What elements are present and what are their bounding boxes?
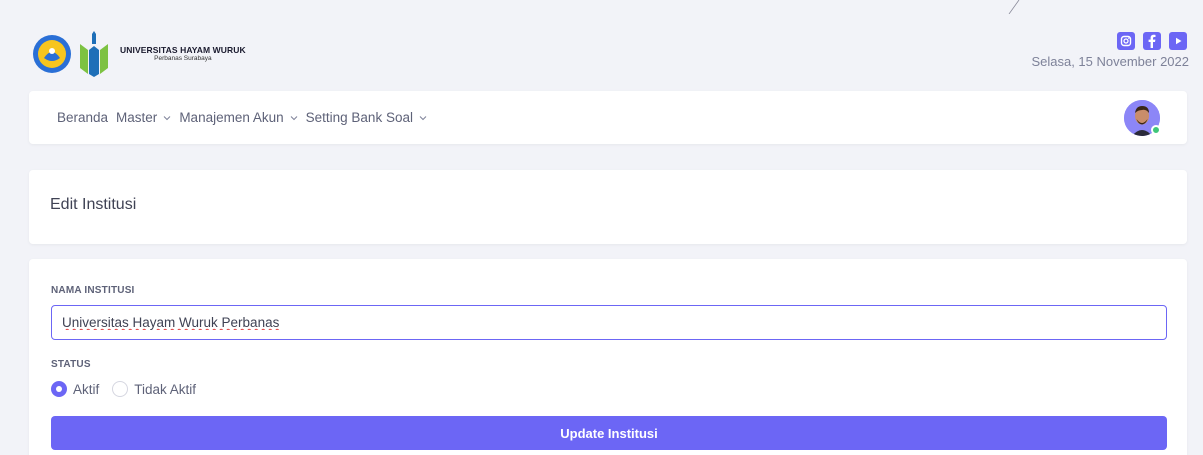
brand-subtitle: Perbanas Surabaya — [154, 55, 212, 62]
nav-item-setting-bank-soal[interactable]: Setting Bank Soal — [306, 110, 427, 125]
kemdikbud-logo-icon — [33, 35, 71, 73]
radio-label: Tidak Aktif — [134, 381, 197, 397]
social-links — [1117, 32, 1187, 50]
radio-checked-icon — [51, 381, 67, 397]
nav-item-label: Setting Bank Soal — [305, 110, 413, 125]
edit-institusi-form: NAMA INSTITUSI STATUS Aktif Tidak Aktif … — [29, 259, 1187, 455]
nama-institusi-input[interactable] — [51, 305, 1167, 340]
chevron-down-icon — [419, 115, 427, 120]
online-status-indicator — [1151, 125, 1161, 135]
status-radio-aktif[interactable]: Aktif — [51, 381, 99, 397]
nav-item-master[interactable]: Master — [116, 110, 171, 125]
facebook-icon[interactable] — [1143, 32, 1161, 50]
brand-text: UNIVERSITAS HAYAM WURUK Perbanas Surabay… — [120, 44, 246, 63]
status-radio-group: Aktif Tidak Aktif — [51, 381, 209, 397]
radio-label: Aktif — [73, 381, 100, 397]
nama-institusi-label: NAMA INSTITUSI — [51, 285, 135, 296]
header: UNIVERSITAS HAYAM WURUK Perbanas Surabay… — [0, 0, 1203, 86]
page-header-card: Edit Institusi — [29, 170, 1187, 244]
status-label: STATUS — [51, 359, 91, 370]
decorative-line — [1008, 0, 1020, 14]
uhw-logo-icon — [80, 31, 108, 77]
youtube-icon[interactable] — [1169, 32, 1187, 50]
page-title: Edit Institusi — [50, 196, 137, 213]
brand-logo[interactable]: UNIVERSITAS HAYAM WURUK Perbanas Surabay… — [32, 28, 246, 80]
nav-item-manajemen-akun[interactable]: Manajemen Akun — [179, 110, 297, 125]
nav-item-beranda[interactable]: Beranda — [57, 110, 108, 125]
nav-item-label: Manajemen Akun — [179, 110, 284, 125]
update-institusi-button[interactable]: Update Institusi — [51, 416, 1167, 450]
chevron-down-icon — [290, 115, 297, 120]
instagram-icon[interactable] — [1117, 32, 1135, 50]
nav-item-label: Beranda — [57, 110, 109, 125]
chevron-down-icon — [163, 115, 171, 120]
nav-item-label: Master — [116, 110, 158, 125]
brand-name: UNIVERSITAS HAYAM WURUK — [120, 44, 246, 55]
main-navbar: Beranda Master Manajemen Akun Setting Ba… — [29, 91, 1187, 144]
user-avatar-button[interactable] — [1124, 100, 1161, 136]
status-radio-tidak-aktif[interactable]: Tidak Aktif — [112, 381, 196, 397]
current-date: Selasa, 15 November 2022 — [1031, 54, 1189, 69]
radio-unchecked-icon — [112, 381, 129, 397]
